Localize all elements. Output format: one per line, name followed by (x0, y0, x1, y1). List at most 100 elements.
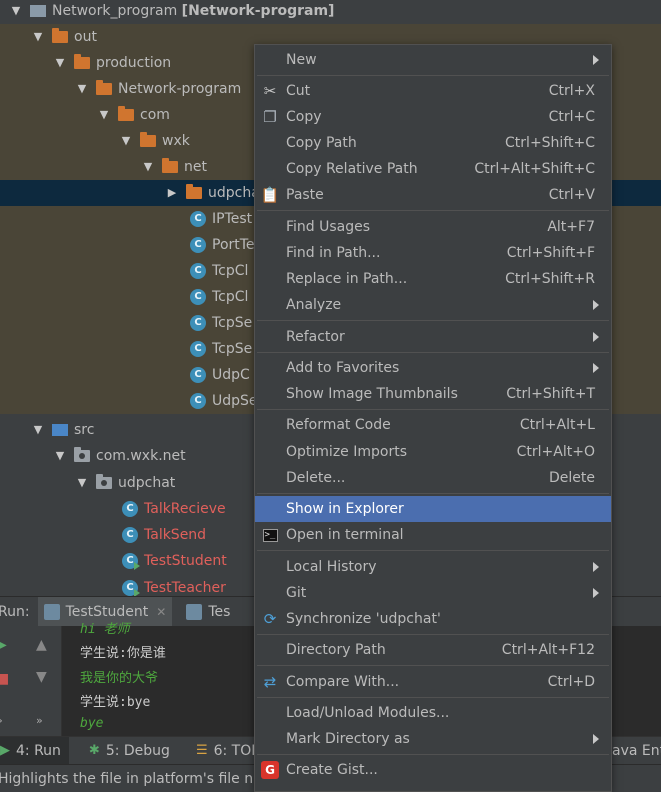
menu-separator (257, 75, 609, 76)
class-icon: C (190, 367, 206, 383)
folder-icon (140, 132, 156, 147)
tree-item-label: TalkSend (144, 527, 207, 543)
menu-item-paste[interactable]: 📋 Paste Ctrl+V (255, 182, 611, 208)
submenu-arrow-icon (593, 55, 599, 65)
menu-item-mark-directory-as[interactable]: Mark Directory as (255, 726, 611, 752)
arrow-down-icon[interactable]: ▼ (36, 670, 47, 684)
submenu-arrow-icon (593, 734, 599, 744)
menu-item-copy[interactable]: ❐ Copy Ctrl+C (255, 104, 611, 130)
menu-item-directory-path[interactable]: Directory Path Ctrl+Alt+F12 (255, 637, 611, 663)
menu-item-reformat-code[interactable]: Reformat Code Ctrl+Alt+L (255, 412, 611, 438)
chevron-down-icon[interactable]: ▼ (76, 83, 88, 95)
menu-item-compare-with[interactable]: ⇄ Compare With... Ctrl+D (255, 669, 611, 695)
project-name: Network_program (52, 3, 178, 19)
menu-item-git[interactable]: Git (255, 580, 611, 606)
run-label: Run: (0, 603, 30, 620)
menu-item-new[interactable]: New (255, 47, 611, 73)
class-icon: C (190, 237, 206, 253)
menu-item-show-in-explorer[interactable]: Show in Explorer (255, 496, 611, 522)
tree-item-label: net (184, 159, 207, 175)
console-line: 学生说:你是谁 (80, 646, 166, 661)
console-line: 学生说:bye (80, 695, 151, 710)
menu-item-refactor[interactable]: Refactor (255, 324, 611, 350)
menu-item-cut[interactable]: ✂ Cut Ctrl+X (255, 78, 611, 104)
class-icon: C (190, 289, 206, 305)
chevron-down-icon[interactable]: ▼ (120, 135, 132, 147)
chevron-down-icon[interactable]: ▼ (76, 477, 88, 489)
tree-item-label: src (74, 422, 95, 438)
tree-item-label: TalkRecieve (144, 501, 226, 517)
console-line: 我是你的大爷 (80, 671, 159, 686)
chevron-down-icon[interactable]: ▼ (32, 31, 44, 43)
run-tab-second[interactable]: Tes (180, 596, 237, 627)
menu-separator (257, 697, 609, 698)
tool-tab-label: 5: Debug (105, 742, 170, 759)
menu-item-load-unload-modules[interactable]: Load/Unload Modules... (255, 700, 611, 726)
chevron-down-icon[interactable]: ▼ (98, 109, 110, 121)
class-icon: C (122, 501, 138, 517)
menu-item-optimize-imports[interactable]: Optimize Imports Ctrl+Alt+O (255, 439, 611, 465)
folder-icon (186, 184, 202, 199)
menu-item-replace-in-path[interactable]: Replace in Path... Ctrl+Shift+R (255, 266, 611, 292)
arrow-up-icon[interactable]: ▲ (36, 638, 47, 652)
source-folder-icon (52, 424, 68, 436)
gist-icon: G (261, 761, 279, 779)
menu-item-create-gist[interactable]: G Create Gist... (255, 757, 611, 783)
java-app-icon (43, 603, 60, 620)
folder-icon (74, 54, 90, 69)
run-icon: ▶ (0, 743, 10, 758)
terminal-icon: >_ (261, 526, 279, 544)
compare-icon: ⇄ (263, 673, 277, 691)
chevron-right-icon[interactable]: ▶ (166, 187, 178, 199)
tool-tab-java-enterprise[interactable]: ava Ente (604, 737, 661, 765)
submenu-arrow-icon (593, 332, 599, 342)
tree-item-label: udpchat (118, 475, 176, 491)
menu-item-add-to-favorites[interactable]: Add to Favorites (255, 355, 611, 381)
sync-icon: ⟳ (263, 610, 277, 628)
chevron-down-icon[interactable]: ▼ (54, 57, 66, 69)
tree-item-label: wxk (162, 133, 190, 149)
menu-item-delete[interactable]: Delete... Delete (255, 465, 611, 491)
submenu-arrow-icon (593, 363, 599, 373)
runnable-class-icon: C (122, 553, 140, 570)
runnable-class-icon: C (122, 580, 140, 596)
stop-icon[interactable]: ■ (0, 672, 9, 686)
package-icon (96, 474, 112, 489)
class-icon: C (190, 211, 206, 227)
menu-item-open-in-terminal[interactable]: >_ Open in terminal (255, 522, 611, 548)
tool-tab-debug[interactable]: ✱ 5: Debug (81, 737, 178, 765)
tree-row-project[interactable]: ▼ Network_program [Network-program] (0, 0, 661, 24)
menu-item-copy-relative-path[interactable]: Copy Relative Path Ctrl+Alt+Shift+C (255, 156, 611, 182)
class-icon: C (190, 315, 206, 331)
menu-item-local-history[interactable]: Local History (255, 554, 611, 580)
menu-item-find-usages[interactable]: Find Usages Alt+F7 (255, 214, 611, 240)
chevron-down-icon[interactable]: ▼ (10, 5, 22, 17)
menu-item-synchronize[interactable]: ⟳ Synchronize 'udpchat' (255, 606, 611, 632)
scissors-icon: ✂ (263, 82, 277, 100)
tree-item-label: production (96, 55, 172, 71)
rerun-icon[interactable]: ▶ (0, 638, 7, 652)
chevron-down-icon[interactable]: ▼ (32, 424, 44, 436)
folder-icon (52, 28, 68, 43)
menu-separator (257, 665, 609, 666)
more-icon[interactable]: » (0, 714, 3, 728)
folder-icon (96, 80, 112, 95)
close-icon[interactable]: ✕ (156, 605, 166, 619)
menu-separator (257, 352, 609, 353)
tool-tab-run[interactable]: ▶ 4: Run (0, 736, 69, 765)
more-icon[interactable]: » (36, 714, 43, 728)
menu-item-find-in-path[interactable]: Find in Path... Ctrl+Shift+F (255, 240, 611, 266)
tree-item-label: TestTeacher (144, 580, 226, 596)
menu-item-analyze[interactable]: Analyze (255, 292, 611, 318)
menu-separator (257, 320, 609, 321)
tree-item-label: TcpSe (212, 315, 253, 331)
menu-separator (257, 550, 609, 551)
menu-item-copy-path[interactable]: Copy Path Ctrl+Shift+C (255, 130, 611, 156)
chevron-down-icon[interactable]: ▼ (54, 450, 66, 462)
menu-item-show-image-thumbnails[interactable]: Show Image Thumbnails Ctrl+Shift+T (255, 381, 611, 407)
bug-icon: ✱ (88, 743, 100, 758)
menu-separator (257, 754, 609, 755)
menu-separator (257, 210, 609, 211)
tree-item-label: TcpCl (212, 263, 249, 279)
chevron-down-icon[interactable]: ▼ (142, 161, 154, 173)
